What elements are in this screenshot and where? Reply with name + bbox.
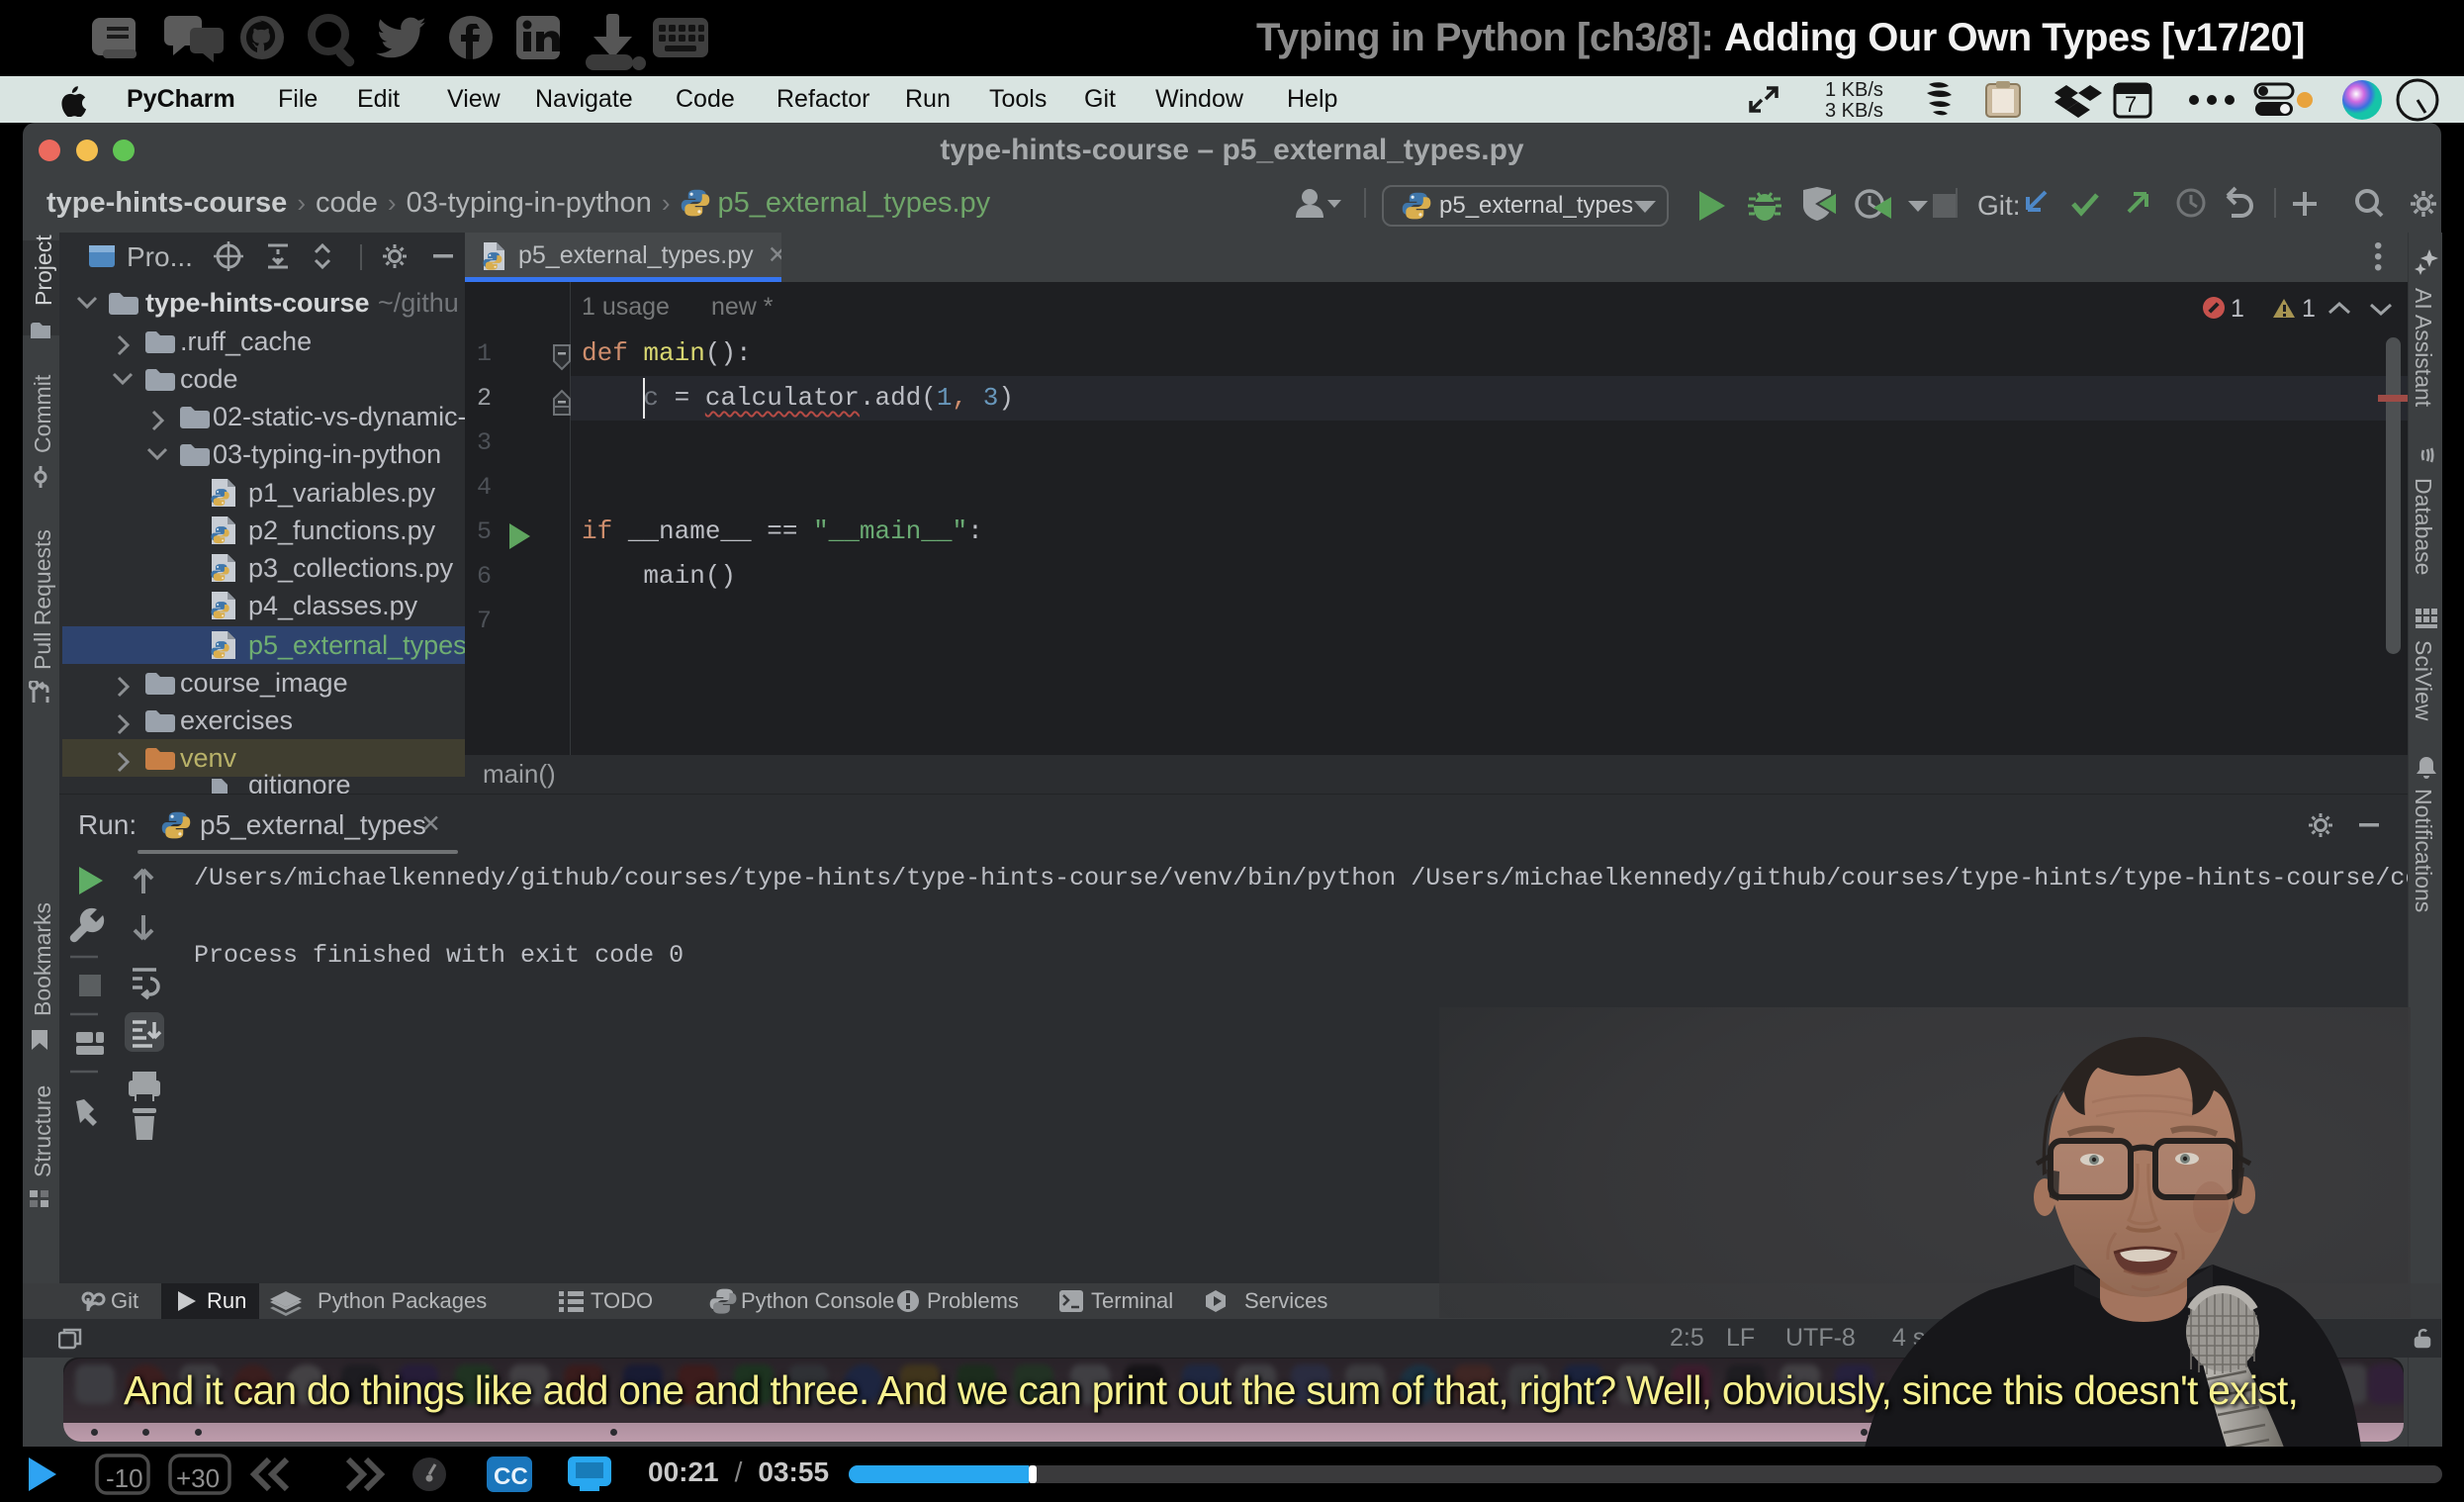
svg-text:p5_external_types: p5_external_types: [1439, 192, 1633, 219]
svg-text:venv: venv: [180, 743, 237, 773]
svg-text:Git:: Git:: [1977, 190, 2021, 221]
svg-text:Pro...: Pro...: [127, 241, 193, 272]
svg-text:7: 7: [2125, 92, 2137, 117]
svg-text:p2_functions.py: p2_functions.py: [248, 516, 436, 545]
svg-text:CC: CC: [494, 1463, 528, 1490]
svg-text:p4_classes.py: p4_classes.py: [248, 591, 418, 620]
svg-text:gitignore: gitignore: [248, 770, 351, 794]
svg-text:-10: -10: [106, 1463, 143, 1493]
svg-text:~/githu: ~/githu: [378, 288, 459, 318]
svg-text:.ruff_cache: .ruff_cache: [180, 327, 312, 356]
svg-text:3 KB/s: 3 KB/s: [1825, 100, 1883, 122]
svg-text:+30: +30: [176, 1463, 220, 1493]
svg-text:p1_variables.py: p1_variables.py: [248, 478, 436, 508]
svg-text:type-hints-course: type-hints-course: [145, 288, 370, 318]
svg-text:1: 1: [2231, 295, 2244, 323]
svg-text:1: 1: [2302, 295, 2316, 323]
svg-text:code: code: [180, 364, 238, 394]
svg-text:02-static-vs-dynamic-: 02-static-vs-dynamic-: [213, 402, 465, 431]
svg-text:03-typing-in-python: 03-typing-in-python: [213, 439, 441, 469]
svg-text:exercises: exercises: [180, 705, 293, 735]
svg-text:p5_external_types.: p5_external_types.: [248, 630, 465, 660]
svg-text:1 KB/s: 1 KB/s: [1825, 79, 1883, 101]
svg-text:p3_collections.py: p3_collections.py: [248, 553, 454, 583]
svg-text:course_image: course_image: [180, 668, 348, 698]
